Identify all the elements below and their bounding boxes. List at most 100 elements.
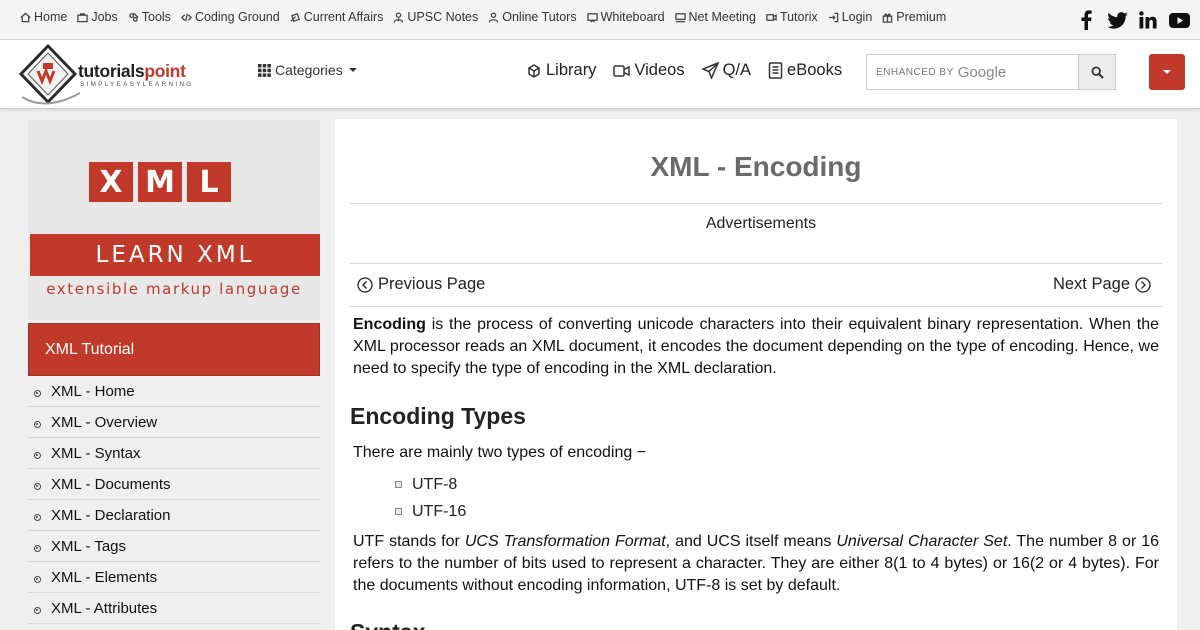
banner-letters: X M L bbox=[89, 162, 236, 202]
sidebar: X M L LEARN XML extensible markup langua… bbox=[28, 120, 320, 624]
bullet-icon bbox=[34, 514, 41, 521]
section-heading-syntax: Syntax bbox=[350, 619, 425, 630]
divider bbox=[350, 263, 1162, 264]
sidebar-item-label: XML - Tags bbox=[51, 537, 127, 555]
code-icon bbox=[180, 13, 192, 21]
next-page-link[interactable]: Next Page bbox=[1053, 275, 1151, 294]
search-placeholder-brand: Google bbox=[957, 63, 1007, 81]
sidebar-title: XML Tutorial bbox=[28, 323, 320, 376]
site-header: tutorialspoint SIMPLYEASYLEARNING Catego… bbox=[0, 40, 1200, 109]
section-heading-encoding-types: Encoding Types bbox=[350, 403, 526, 429]
topnav-current-affairs[interactable]: Current Affairs bbox=[290, 10, 383, 24]
sidebar-item-syntax[interactable]: XML - Syntax bbox=[28, 438, 320, 469]
sidebar-item-elements[interactable]: XML - Elements bbox=[28, 562, 320, 593]
nav-videos[interactable]: Videos bbox=[613, 61, 685, 80]
square-bullet-icon bbox=[395, 481, 402, 488]
topnav-home[interactable]: Home bbox=[20, 10, 67, 24]
divider bbox=[350, 306, 1162, 307]
topnav-label: Home bbox=[34, 10, 68, 24]
sidebar-item-attributes[interactable]: XML - Attributes bbox=[28, 593, 320, 624]
banner-letter: X bbox=[89, 162, 133, 202]
bullet-icon bbox=[34, 576, 41, 583]
chevron-down-icon bbox=[1163, 70, 1171, 74]
briefcase-icon bbox=[77, 12, 89, 22]
sidebar-item-documents[interactable]: XML - Documents bbox=[28, 469, 320, 500]
next-page-label: Next Page bbox=[1052, 275, 1130, 293]
meeting-icon bbox=[674, 12, 686, 22]
bullet-icon bbox=[34, 483, 41, 490]
list-item-label: UTF-16 bbox=[412, 502, 467, 520]
tools-icon bbox=[128, 11, 139, 22]
sidebar-item-overview[interactable]: XML - Overview bbox=[28, 407, 320, 438]
sidebar-item-label: XML - Overview bbox=[51, 413, 158, 431]
utf-text: UTF stands for bbox=[353, 533, 465, 550]
nav-label: Library bbox=[546, 61, 597, 79]
sidebar-item-label: XML - Declaration bbox=[51, 506, 171, 524]
topnav-whiteboard[interactable]: Whiteboard bbox=[586, 10, 665, 24]
intro-bold-term: Encoding bbox=[353, 316, 426, 333]
top-nav: Home Jobs Tools Coding Ground Current Af… bbox=[20, 10, 956, 24]
nav-qa[interactable]: Q/A bbox=[701, 61, 752, 80]
library-icon bbox=[527, 63, 541, 78]
chevron-left-circle-icon bbox=[357, 276, 373, 293]
nav-label: Q/A bbox=[722, 61, 752, 79]
nav-ebooks[interactable]: eBooks bbox=[768, 61, 842, 80]
topnav-upsc-notes[interactable]: UPSC Notes bbox=[393, 10, 478, 24]
sidebar-item-tags[interactable]: XML - Tags bbox=[28, 531, 320, 562]
banner-letter: L bbox=[187, 162, 231, 202]
topnav-jobs[interactable]: Jobs bbox=[77, 10, 118, 24]
topnav-label: Coding Ground bbox=[194, 10, 280, 24]
chevron-right-circle-icon bbox=[1135, 276, 1151, 293]
logo-wordmark: tutorialspoint bbox=[78, 61, 186, 81]
topnav-net-meeting[interactable]: Net Meeting bbox=[674, 10, 756, 24]
categories-dropdown[interactable]: Categories bbox=[258, 62, 357, 78]
bullet-icon bbox=[34, 545, 41, 552]
square-bullet-icon bbox=[395, 508, 402, 515]
linkedin-icon[interactable] bbox=[1137, 9, 1159, 31]
twitter-icon[interactable] bbox=[1106, 9, 1128, 31]
search-icon bbox=[1090, 65, 1104, 79]
banner-letter: M bbox=[138, 162, 182, 202]
bullet-icon bbox=[34, 390, 41, 397]
bullet-icon bbox=[34, 421, 41, 428]
types-intro: There are mainly two types of encoding − bbox=[353, 444, 647, 461]
search-box: ENHANCED BY Google bbox=[866, 54, 1116, 90]
sidebar-item-label: XML - Attributes bbox=[51, 599, 158, 617]
menu-dropdown-button[interactable] bbox=[1149, 54, 1185, 90]
previous-page-link[interactable]: Previous Page bbox=[357, 275, 485, 294]
topnav-login[interactable]: Login bbox=[828, 10, 872, 24]
topnav-premium[interactable]: Premium bbox=[882, 10, 946, 24]
search-placeholder-prefix: ENHANCED BY bbox=[876, 66, 954, 78]
topnav-tutorix[interactable]: Tutorix bbox=[766, 10, 818, 24]
search-input[interactable]: ENHANCED BY Google bbox=[867, 55, 1078, 89]
chevron-down-icon bbox=[348, 68, 357, 72]
topnav-label: Net Meeting bbox=[688, 10, 756, 24]
sidebar-item-label: XML - Syntax bbox=[51, 444, 141, 462]
bullet-icon bbox=[34, 452, 41, 459]
topnav-label: Premium bbox=[896, 10, 947, 24]
list-item: UTF-16 bbox=[395, 498, 466, 525]
banner-strip: LEARN XML bbox=[30, 234, 320, 276]
topnav-label: Tutorix bbox=[779, 10, 818, 24]
video-camera-icon bbox=[613, 64, 631, 77]
bullet-icon bbox=[34, 607, 41, 614]
topnav-online-tutors[interactable]: Online Tutors bbox=[488, 10, 577, 24]
topnav-label: UPSC Notes bbox=[407, 10, 479, 24]
topnav-label: Whiteboard bbox=[600, 10, 665, 24]
topnav-coding-ground[interactable]: Coding Ground bbox=[180, 10, 280, 24]
banner-subtitle: extensible markup language bbox=[46, 280, 302, 298]
search-button[interactable] bbox=[1078, 55, 1115, 89]
list-item: UTF-8 bbox=[395, 471, 466, 498]
user-tie-icon bbox=[394, 11, 404, 23]
sidebar-item-declaration[interactable]: XML - Declaration bbox=[28, 500, 320, 531]
top-bar: Home Jobs Tools Coding Ground Current Af… bbox=[0, 0, 1200, 40]
nav-library[interactable]: Library bbox=[526, 61, 596, 80]
list-item-label: UTF-8 bbox=[412, 475, 458, 493]
youtube-icon[interactable] bbox=[1168, 9, 1190, 31]
facebook-icon[interactable] bbox=[1075, 9, 1097, 31]
site-logo[interactable]: tutorialspoint SIMPLYEASYLEARNING bbox=[18, 43, 233, 105]
topnav-label: Online Tutors bbox=[502, 10, 577, 24]
main-nav: Library Videos Q/A eBooks bbox=[526, 61, 859, 80]
topnav-tools[interactable]: Tools bbox=[128, 10, 171, 24]
sidebar-item-home[interactable]: XML - Home bbox=[28, 376, 320, 407]
